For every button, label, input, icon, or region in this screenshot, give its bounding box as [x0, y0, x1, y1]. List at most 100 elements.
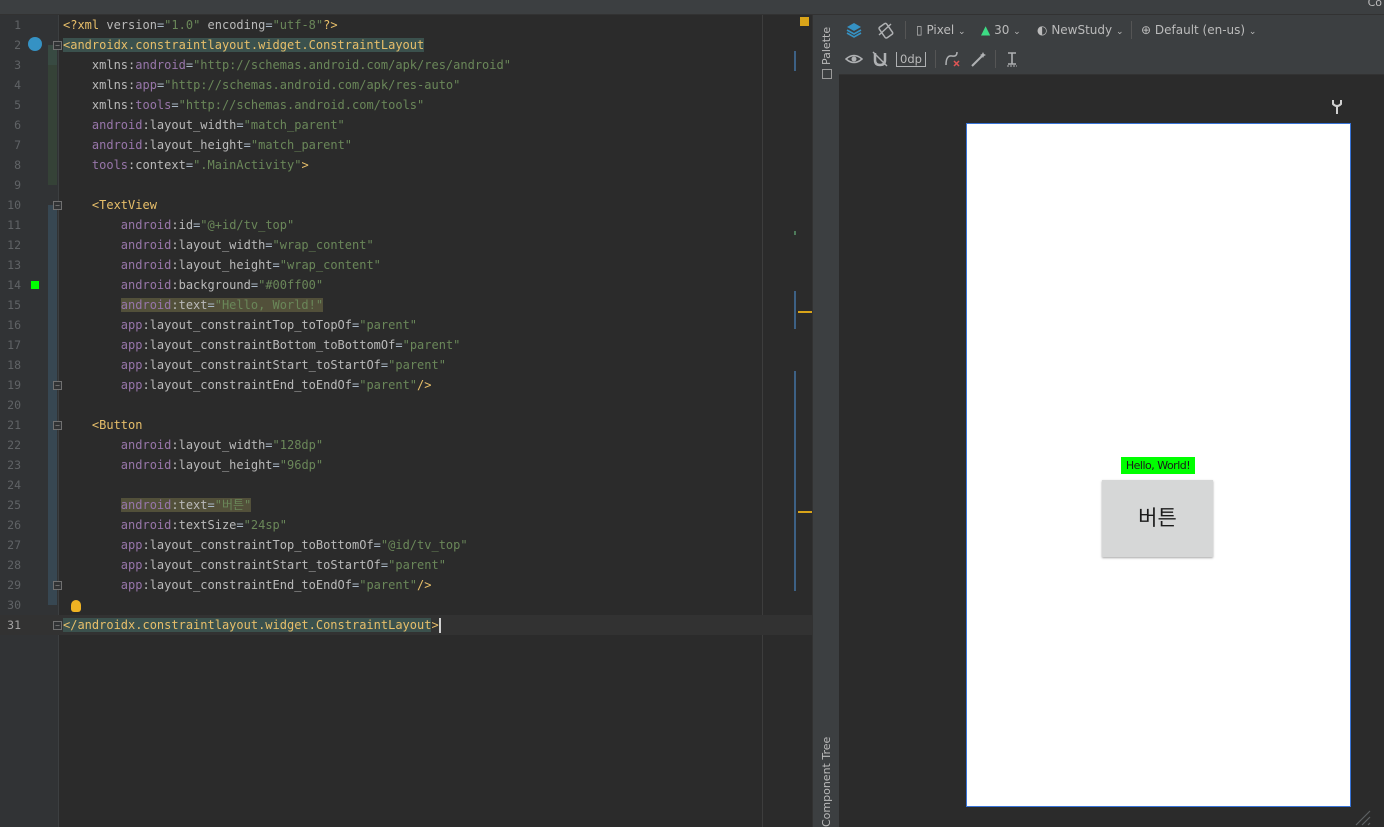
code-token: "http://schemas.android.com/tools" [178, 98, 425, 112]
preview-textview[interactable]: Hello, World! [1121, 457, 1195, 474]
eye-icon[interactable] [845, 50, 863, 68]
code-token: :background [171, 278, 251, 292]
code-line[interactable]: 31 </androidx.constraintlayout.widget.Con… [0, 615, 812, 635]
fold-toggle-icon[interactable]: − [53, 421, 62, 430]
code-line[interactable]: 23 android:layout_height="96dp" [0, 455, 812, 475]
code-line[interactable]: 16 app:layout_constraintTop_toTopOf="par… [0, 315, 812, 335]
wrench-icon[interactable] [1330, 99, 1344, 115]
code-token: "parent" [359, 578, 418, 592]
code-line[interactable]: 18 app:layout_constraintStart_toStartOf=… [0, 355, 812, 375]
fold-toggle-icon[interactable]: − [53, 41, 62, 50]
code-line[interactable]: 9 [0, 175, 812, 195]
code-line[interactable]: 20 [0, 395, 812, 415]
code-line[interactable]: 28 app:layout_constraintStart_toStartOf=… [0, 555, 812, 575]
code-line[interactable]: 30 [0, 595, 812, 615]
text-baseline-icon[interactable] [1003, 50, 1021, 68]
code-line[interactable]: 1 <?xml version="1.0" encoding="utf-8"?> [0, 15, 812, 35]
code-line[interactable]: 26 android:textSize="24sp" [0, 515, 812, 535]
api-level-dropdown[interactable]: ▲ 30 ⌄ [981, 21, 1021, 41]
preview-button[interactable]: 버튼 [1102, 480, 1213, 557]
code-token: android [63, 278, 172, 292]
magnet-icon[interactable] [871, 50, 889, 68]
code-line[interactable]: 3 xmlns:android="http://schemas.android.… [0, 55, 812, 75]
code-text: app:layout_constraintStart_toStartOf="pa… [63, 355, 446, 375]
code-token: = [243, 138, 251, 152]
code-line[interactable]: 15 android:text="Hello, World!" [0, 295, 812, 315]
theme-dropdown[interactable]: ◐ NewStudy ⌄ [1037, 21, 1124, 41]
chevron-down-icon: ⌄ [958, 27, 966, 37]
fold-end-icon[interactable]: − [53, 381, 62, 390]
code-line[interactable]: 25 android:text="버튼" [0, 495, 812, 515]
activity-link-icon[interactable] [28, 37, 42, 51]
warning-marker[interactable] [798, 311, 812, 313]
fold-end-icon[interactable]: − [53, 581, 62, 590]
code-line[interactable]: 7 android:layout_height="match_parent" [0, 135, 812, 155]
code-token: > [301, 158, 309, 172]
code-line[interactable]: 13 android:layout_height="wrap_content" [0, 255, 812, 275]
code-line[interactable]: 2 <androidx.constraintlayout.widget.Const… [0, 35, 812, 55]
code-token: :context [128, 158, 186, 172]
code-token: :layout_constraintTop_toTopOf [142, 318, 352, 332]
code-token: = [272, 458, 280, 472]
code-text: android:layout_width="128dp" [63, 435, 323, 455]
code-line[interactable]: 11 android:id="@+id/tv_top" [0, 215, 812, 235]
code-token: = [272, 258, 280, 272]
default-margin-field[interactable]: 0dp [896, 52, 926, 67]
device-preview-screen[interactable]: Hello, World! 버튼 [966, 123, 1351, 807]
warning-marker[interactable] [798, 511, 812, 513]
resize-handle-icon[interactable] [1354, 809, 1372, 827]
code-line[interactable]: 8 tools:context=".MainActivity"> [0, 155, 812, 175]
theme-label: NewStudy [1051, 23, 1113, 37]
inspection-status-icon[interactable] [800, 17, 809, 26]
fold-toggle-icon[interactable]: − [53, 201, 62, 210]
line-number: 5 [14, 98, 21, 112]
code-token: = [265, 438, 273, 452]
design-panel: ▯ Pixel ⌄ ▲ 30 ⌄ ◐ NewStudy ⌄ ⊕ Default … [839, 15, 1384, 827]
code-line[interactable]: 27 app:layout_constraintTop_toBottomOf="… [0, 535, 812, 555]
code-token: "http://schemas.android.com/apk/res-auto… [164, 78, 461, 92]
lightbulb-icon[interactable] [71, 600, 81, 612]
code-text: android:id="@+id/tv_top" [63, 215, 294, 235]
code-line[interactable]: 12 android:layout_width="wrap_content" [0, 235, 812, 255]
color-swatch-icon[interactable] [31, 281, 39, 289]
orientation-icon[interactable] [877, 21, 895, 39]
line-number: 22 [7, 438, 21, 452]
locale-label: Default (en-us) [1154, 23, 1246, 37]
code-text: android:layout_width="match_parent" [63, 115, 345, 135]
code-line[interactable]: 14 android:background="#00ff00" [0, 275, 812, 295]
chevron-down-icon: ⌄ [1013, 27, 1021, 37]
layers-icon[interactable] [845, 21, 863, 39]
code-line[interactable]: 4 xmlns:app="http://schemas.android.com/… [0, 75, 812, 95]
code-line[interactable]: 22 android:layout_width="128dp" [0, 435, 812, 455]
code-text: <TextView [63, 195, 157, 215]
code-token: app [63, 578, 143, 592]
fold-end-icon[interactable]: − [53, 621, 62, 630]
line-number: 2 [14, 38, 21, 52]
code-line[interactable]: 10 <TextView [0, 195, 812, 215]
code-line[interactable]: 5 xmlns:tools="http://schemas.android.co… [0, 95, 812, 115]
code-token: "@id/tv_top" [380, 538, 468, 552]
code-line[interactable]: 24 [0, 475, 812, 495]
device-dropdown[interactable]: ▯ Pixel ⌄ [916, 21, 966, 41]
code-editor[interactable]: 1 <?xml version="1.0" encoding="utf-8"?> 2… [0, 15, 812, 827]
line-number: 23 [7, 458, 21, 472]
component-tree-tab[interactable]: Component Tree [820, 737, 833, 827]
clear-constraints-icon[interactable] [943, 50, 961, 68]
code-token: :layout_width [142, 118, 237, 132]
palette-tab[interactable]: Palette [820, 27, 833, 65]
code-token: :layout_constraintTop_toBottomOf [142, 538, 374, 552]
code-token: app [63, 358, 143, 372]
code-token: :layout_width [171, 438, 266, 452]
api-level-label: 30 [994, 23, 1010, 37]
infer-constraints-icon[interactable] [969, 50, 987, 68]
code-line[interactable]: 19 app:layout_constraintEnd_toEndOf="par… [0, 375, 812, 395]
code-token: <androidx.constraintlayout.widget.Constr… [63, 38, 425, 52]
code-line[interactable]: 17 app:layout_constraintBottom_toBottomO… [0, 335, 812, 355]
code-line[interactable]: 6 android:layout_width="match_parent" [0, 115, 812, 135]
code-line[interactable]: 29 app:layout_constraintEnd_toEndOf="par… [0, 575, 812, 595]
code-line[interactable]: 21 <Button [0, 415, 812, 435]
toolbar-separator [905, 21, 906, 39]
code-token: :layout_width [171, 238, 266, 252]
locale-dropdown[interactable]: ⊕ Default (en-us) ⌄ [1141, 21, 1256, 41]
line-number: 24 [7, 478, 21, 492]
